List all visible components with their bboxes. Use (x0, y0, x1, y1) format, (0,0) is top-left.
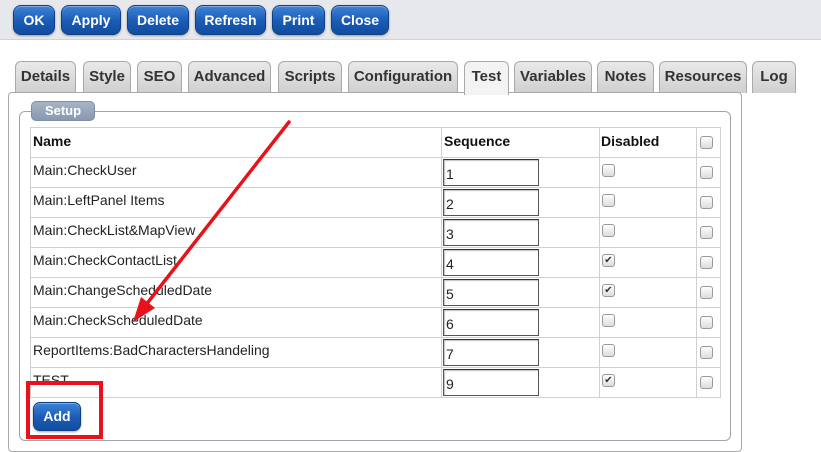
tab-scripts[interactable]: Scripts (278, 61, 342, 93)
grid-line (30, 277, 720, 278)
row-name: Main:CheckList&MapView (33, 222, 196, 238)
grid-line (599, 127, 600, 398)
print-button[interactable]: Print (272, 5, 325, 35)
row-select-checkbox[interactable] (700, 256, 713, 269)
row-name: Main:LeftPanel Items (33, 192, 165, 208)
grid-line (720, 127, 721, 398)
sequence-input[interactable]: 4 (443, 249, 539, 276)
tab-configuration[interactable]: Configuration (348, 61, 458, 93)
setup-legend: Setup (31, 101, 95, 121)
refresh-button[interactable]: Refresh (195, 5, 266, 35)
tab-test[interactable]: Test (464, 61, 509, 95)
select-all-checkbox[interactable] (700, 136, 713, 149)
grid-line (30, 157, 720, 158)
grid-line (441, 127, 442, 398)
apply-button[interactable]: Apply (61, 5, 121, 35)
tab-log[interactable]: Log (752, 61, 796, 93)
row-name: Main:CheckUser (33, 162, 137, 178)
column-header-name: Name (33, 133, 72, 149)
grid-line (30, 367, 720, 368)
disabled-checkbox[interactable] (602, 374, 615, 387)
row-select-checkbox[interactable] (700, 346, 713, 359)
grid-line (30, 217, 720, 218)
row-select-checkbox[interactable] (700, 166, 713, 179)
ok-button[interactable]: OK (13, 5, 55, 35)
row-select-checkbox[interactable] (700, 316, 713, 329)
grid-line (30, 127, 720, 128)
disabled-checkbox[interactable] (602, 194, 615, 207)
toolbar: OK Apply Delete Refresh Print Close (0, 0, 821, 40)
disabled-checkbox[interactable] (602, 164, 615, 177)
row-select-checkbox[interactable] (700, 226, 713, 239)
delete-button[interactable]: Delete (127, 5, 189, 35)
column-header-disabled: Disabled (601, 133, 660, 149)
sequence-input[interactable]: 2 (443, 189, 539, 216)
row-select-checkbox[interactable] (700, 286, 713, 299)
grid-line (30, 397, 720, 398)
red-highlight-box (26, 381, 103, 439)
disabled-checkbox[interactable] (602, 254, 615, 267)
grid-line (30, 307, 720, 308)
disabled-checkbox[interactable] (602, 224, 615, 237)
grid-line (30, 337, 720, 338)
tab-seo[interactable]: SEO (137, 61, 182, 93)
row-select-checkbox[interactable] (700, 196, 713, 209)
grid-line (30, 247, 720, 248)
grid-line (30, 127, 31, 398)
row-select-checkbox[interactable] (700, 376, 713, 389)
grid-line (30, 187, 720, 188)
row-name: Main:CheckScheduledDate (33, 312, 203, 328)
sequence-input[interactable]: 3 (443, 219, 539, 246)
row-name: ReportItems:BadCharactersHandeling (33, 342, 270, 358)
tab-resources[interactable]: Resources (659, 61, 747, 93)
tab-notes[interactable]: Notes (597, 61, 654, 93)
grid-line (696, 127, 697, 398)
column-header-sequence: Sequence (444, 133, 511, 149)
sequence-input[interactable]: 7 (443, 339, 539, 366)
sequence-input[interactable]: 1 (443, 159, 539, 186)
row-name: Main:ChangeScheduledDate (33, 282, 213, 298)
tab-style[interactable]: Style (83, 61, 131, 93)
close-button[interactable]: Close (331, 5, 389, 35)
disabled-checkbox[interactable] (602, 314, 615, 327)
tab-variables[interactable]: Variables (514, 61, 592, 93)
disabled-checkbox[interactable] (602, 344, 615, 357)
row-name: Main:CheckContactList (33, 252, 177, 268)
tab-details[interactable]: Details (15, 61, 76, 93)
sequence-input[interactable]: 5 (443, 279, 539, 306)
tab-advanced[interactable]: Advanced (188, 61, 271, 93)
disabled-checkbox[interactable] (602, 284, 615, 297)
setup-fieldset (19, 111, 731, 441)
sequence-input[interactable]: 9 (443, 369, 539, 396)
sequence-input[interactable]: 6 (443, 309, 539, 336)
